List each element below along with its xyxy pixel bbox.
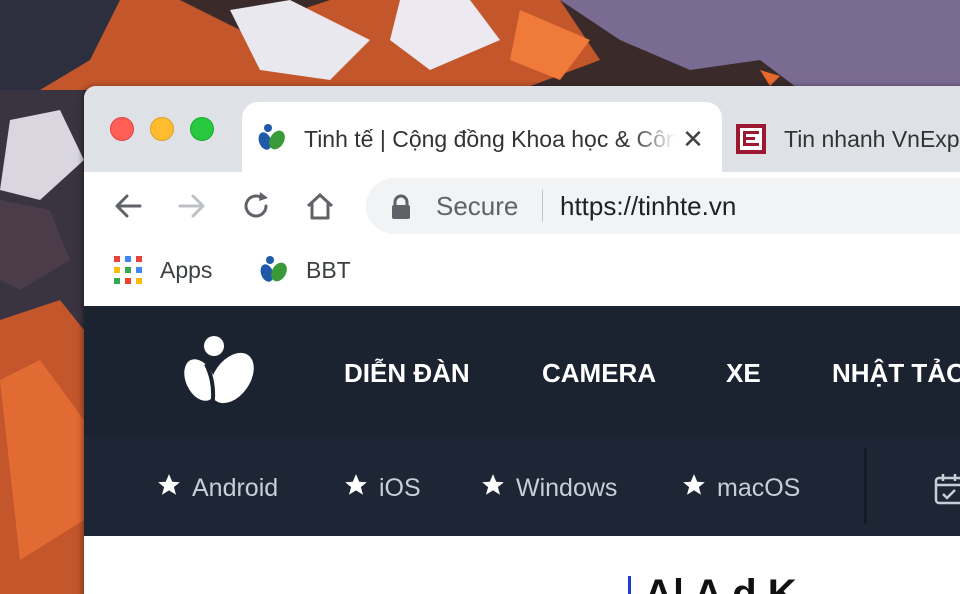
arrow-right-icon[interactable]	[174, 188, 210, 224]
close-window-button[interactable]	[110, 117, 134, 141]
bookmarks-bar	[84, 240, 960, 306]
secure-label: Secure	[436, 191, 519, 221]
maximize-window-button[interactable]	[190, 117, 214, 141]
bookmark-bbt[interactable]: BBT	[306, 254, 351, 286]
close-tab-icon[interactable]: ✕	[678, 124, 708, 154]
subnav-label: Android	[192, 474, 279, 502]
calendar-icon[interactable]	[934, 472, 960, 506]
arrow-left-icon[interactable]	[110, 188, 146, 224]
star-icon	[482, 474, 504, 495]
apps-grid-icon[interactable]	[114, 256, 142, 284]
reload-icon[interactable]	[238, 188, 274, 224]
address-divider	[542, 190, 543, 222]
nav-xe[interactable]: XE	[726, 356, 761, 390]
star-icon	[683, 474, 705, 495]
tab-tinhte[interactable]: Tinh tế | Cộng đồng Khoa học & Công nghệ…	[242, 102, 722, 174]
browser-frame: Tinh tế | Cộng đồng Khoa học & Công nghệ…	[84, 86, 960, 594]
subnav-label: Windows	[516, 474, 618, 502]
accent-bar	[628, 576, 631, 594]
nav-nhat-tao[interactable]: NHẬT TẢO	[832, 356, 960, 390]
tab-title: Tin nhanh VnExpress	[784, 126, 960, 152]
home-icon[interactable]	[302, 188, 338, 224]
article-headline[interactable]: A| A d K	[644, 566, 960, 594]
tinhte-logo-icon	[260, 256, 287, 282]
tab-vnexpress[interactable]: Tin nhanh VnExpress	[724, 102, 960, 174]
star-icon	[158, 474, 180, 495]
star-icon	[345, 474, 367, 495]
minimize-window-button[interactable]	[150, 117, 174, 141]
subnav-divider	[864, 448, 867, 524]
nav-dien-dan[interactable]: DIỄN ĐÀN	[344, 356, 470, 390]
nav-camera[interactable]: CAMERA	[542, 356, 656, 390]
lock-icon	[392, 194, 410, 219]
tinhte-logo-icon	[258, 124, 285, 150]
bookmark-apps[interactable]: Apps	[160, 254, 212, 286]
subnav-label: iOS	[379, 474, 421, 502]
url-text[interactable]: https://tinhte.vn	[560, 188, 736, 224]
vnexpress-e-icon	[736, 124, 766, 154]
subnav-label: macOS	[717, 474, 801, 502]
tinhte-site-logo[interactable]	[176, 334, 260, 410]
tab-title: Tinh tế | Cộng đồng Khoa học & Công nghệ	[304, 126, 676, 152]
